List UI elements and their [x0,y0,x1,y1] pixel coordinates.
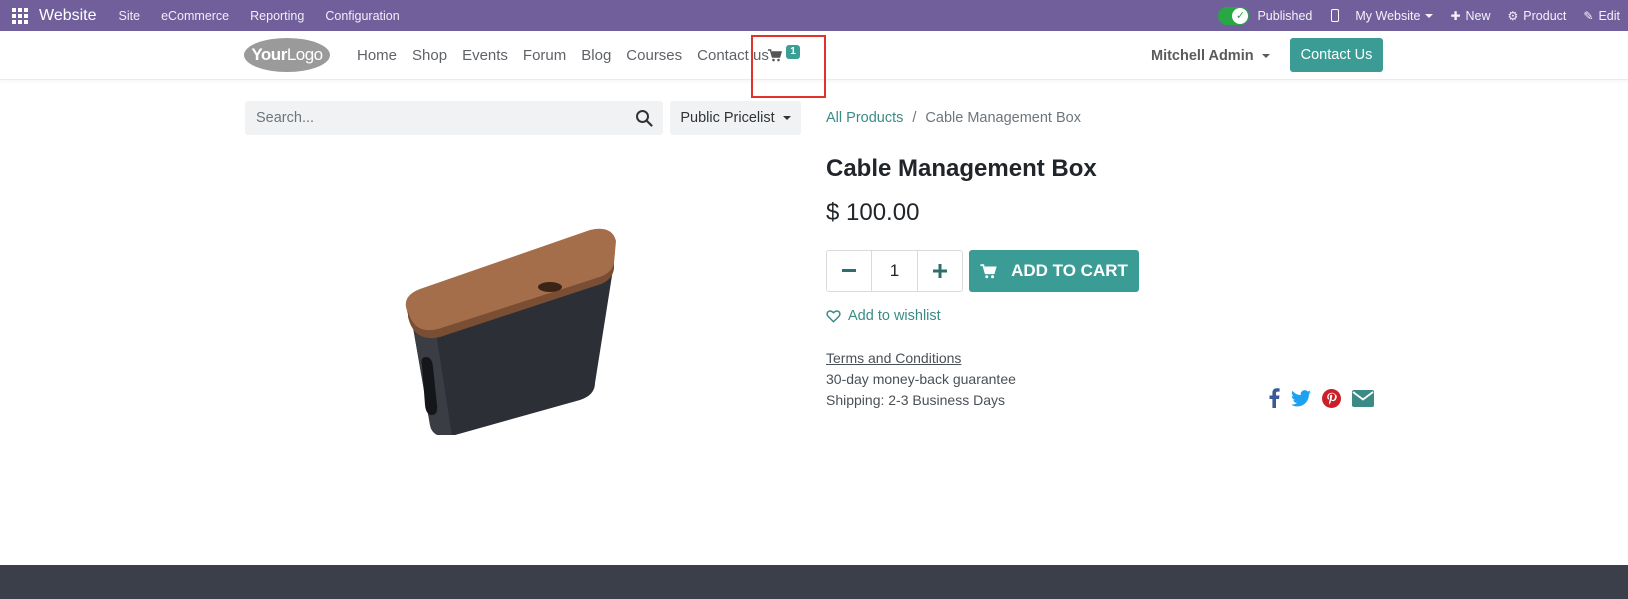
nav-forum[interactable]: Forum [523,47,566,64]
product-button[interactable]: ⚙ Product [1508,9,1567,23]
new-button-label: New [1465,8,1491,23]
increase-quantity-button[interactable] [918,251,962,291]
guarantee-text: 30-day money-back guarantee [826,371,1016,387]
facebook-icon[interactable] [1268,388,1280,413]
add-to-wishlist-link[interactable]: Add to wishlist [826,308,941,324]
main-nav: Home Shop Events Forum Blog Courses Cont… [357,31,784,80]
breadcrumb-current: Cable Management Box [925,110,1081,126]
wishlist-label: Add to wishlist [848,308,941,324]
menu-reporting[interactable]: Reporting [250,9,304,23]
menu-site[interactable]: Site [119,9,141,23]
terms-and-conditions-link[interactable]: Terms and Conditions [826,350,961,366]
user-name: Mitchell Admin [1151,47,1254,64]
breadcrumb-all-products[interactable]: All Products [826,110,903,126]
cart-highlight-box [751,35,826,98]
contact-us-button[interactable]: Contact Us [1290,38,1383,72]
pinterest-icon[interactable] [1322,388,1341,413]
search-input[interactable] [245,110,615,126]
product-image[interactable] [400,225,640,435]
search-bar [245,101,663,135]
share-links [1268,388,1385,413]
search-icon[interactable] [635,109,653,127]
mobile-preview-icon[interactable] [1331,9,1340,22]
product-title: Cable Management Box [826,155,1097,182]
twitter-icon[interactable] [1291,389,1311,412]
email-icon[interactable] [1352,389,1374,412]
site-logo[interactable]: Your Logo [244,38,330,72]
minus-icon [842,269,856,272]
nav-events[interactable]: Events [462,47,508,64]
admin-bar: Website Site eCommerce Reporting Configu… [0,0,1628,31]
breadcrumb-separator: / [912,110,917,126]
edit-button[interactable]: ✎ Edit [1583,9,1620,23]
menu-ecommerce[interactable]: eCommerce [161,9,229,23]
chevron-down-icon [1425,13,1434,18]
quantity-input[interactable]: 1 [871,251,918,291]
logo-text-logo: Logo [286,45,323,64]
edit-button-label: Edit [1598,8,1620,23]
decrease-quantity-button[interactable] [827,251,871,291]
new-button[interactable]: ✚ New [1450,9,1490,23]
nav-home[interactable]: Home [357,47,397,64]
shipping-text: Shipping: 2-3 Business Days [826,392,1005,408]
published-label[interactable]: Published [1257,9,1312,23]
add-to-cart-button[interactable]: ADD TO CART [969,250,1139,292]
add-to-cart-label: ADD TO CART [1011,261,1128,280]
app-name[interactable]: Website [39,7,97,25]
plus-icon: ✚ [1450,8,1461,23]
plus-icon [933,264,947,278]
website-switcher[interactable]: My Website [1355,8,1434,23]
product-price: $ 100.00 [826,199,920,226]
nav-blog[interactable]: Blog [581,47,611,64]
product-button-label: Product [1523,8,1567,23]
menu-configuration[interactable]: Configuration [325,9,399,23]
pricelist-label: Public Pricelist [680,110,775,126]
nav-courses[interactable]: Courses [626,47,682,64]
logo-text-your: Your [251,45,287,64]
pricelist-dropdown[interactable]: Public Pricelist [670,101,801,135]
published-toggle[interactable]: ✓ [1218,6,1250,25]
nav-shop[interactable]: Shop [412,47,447,64]
chevron-down-icon [782,116,791,120]
shopping-cart-icon [980,263,997,278]
breadcrumb: All Products / Cable Management Box [826,110,1081,126]
website-switcher-label: My Website [1355,8,1421,23]
heart-icon [826,309,841,323]
user-menu[interactable]: Mitchell Admin [1151,31,1270,80]
site-footer [0,565,1628,599]
quantity-stepper: 1 [826,250,963,292]
chevron-down-icon [1261,53,1270,58]
gear-icon: ⚙ [1507,8,1519,23]
pencil-icon: ✎ [1583,8,1594,23]
apps-grid-icon[interactable] [12,7,32,24]
check-icon: ✓ [1232,7,1249,24]
